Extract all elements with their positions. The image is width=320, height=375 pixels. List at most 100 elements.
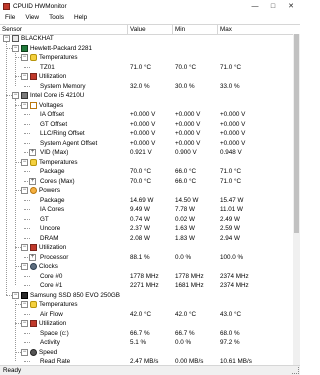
menu-view[interactable]: View bbox=[20, 14, 44, 21]
tree-node[interactable]: − Temperatures bbox=[0, 158, 293, 167]
menu-file[interactable]: File bbox=[0, 14, 20, 21]
sensor-row[interactable]: Uncore 2.37 W 1.63 W 2.59 W bbox=[0, 224, 293, 233]
tree-node[interactable]: − Hewlett-Packard 2281 bbox=[0, 44, 293, 53]
tree-node[interactable]: − Voltages bbox=[0, 101, 293, 110]
sensor-row[interactable]: Air Flow 42.0 °C 42.0 °C 43.0 °C bbox=[0, 310, 293, 319]
column-sensor[interactable]: Sensor bbox=[0, 25, 128, 34]
hwmonitor-app-icon bbox=[3, 2, 10, 10]
collapse-toggle-icon[interactable]: − bbox=[21, 244, 28, 251]
menu-tools[interactable]: Tools bbox=[44, 14, 69, 21]
close-button[interactable]: ✕ bbox=[282, 0, 300, 12]
collapse-toggle-icon[interactable]: − bbox=[21, 348, 28, 356]
menu-help[interactable]: Help bbox=[69, 14, 92, 21]
collapse-toggle-icon[interactable]: − bbox=[21, 301, 28, 308]
column-value[interactable]: Value bbox=[128, 25, 173, 34]
sensor-row[interactable]: Core #0 1778 MHz 1778 MHz 2374 MHz bbox=[0, 272, 293, 281]
sensor-max: 97.2 % bbox=[220, 339, 240, 346]
sensor-label: Temperatures bbox=[39, 158, 78, 166]
sensor-label: Processor bbox=[40, 253, 69, 261]
collapse-toggle-icon[interactable]: − bbox=[21, 263, 28, 270]
collapse-toggle-icon[interactable]: − bbox=[21, 54, 28, 61]
sensor-label: Speed bbox=[39, 348, 58, 356]
tree-guide-line bbox=[15, 51, 16, 86]
tree-node[interactable]: − Powers bbox=[0, 186, 293, 195]
minimize-button[interactable]: — bbox=[246, 0, 264, 12]
sensor-row[interactable]: GT 0.74 W 0.02 W 2.49 W bbox=[0, 215, 293, 224]
collapse-toggle-icon[interactable]: − bbox=[21, 320, 28, 327]
utilization-icon bbox=[30, 73, 37, 80]
sensor-value: 9.49 W bbox=[130, 206, 150, 213]
sensor-value: 1778 MHz bbox=[130, 272, 159, 280]
sensor-label: Temperatures bbox=[39, 54, 78, 61]
sensor-row[interactable]: Activity 5.1 % 0.0 % 97.2 % bbox=[0, 338, 293, 347]
power-icon bbox=[30, 187, 37, 194]
sensor-label: Hewlett-Packard 2281 bbox=[30, 44, 92, 52]
tree-node[interactable]: − Speed bbox=[0, 348, 293, 357]
collapse-toggle-icon[interactable]: − bbox=[21, 101, 28, 109]
expand-toggle-icon[interactable]: + bbox=[29, 253, 36, 261]
sensor-min: 1681 MHz bbox=[175, 282, 204, 289]
tree-guide-line bbox=[15, 298, 16, 361]
expand-toggle-icon[interactable]: + bbox=[29, 149, 36, 156]
sensor-row[interactable]: + Cores (Max) 70.0 °C 66.0 °C 71.0 °C bbox=[0, 177, 293, 186]
sensor-label: Core #0 bbox=[40, 272, 63, 280]
sensor-label: Activity bbox=[40, 339, 60, 346]
resize-grip-icon[interactable] bbox=[292, 367, 299, 374]
sensor-row[interactable]: Core #1 2271 MHz 1681 MHz 2374 MHz bbox=[0, 281, 293, 290]
sensor-label: Package bbox=[40, 196, 65, 204]
tree-connector bbox=[24, 142, 30, 144]
collapse-toggle-icon[interactable]: − bbox=[21, 158, 28, 166]
tree-node[interactable]: − Intel Core i5 4210U bbox=[0, 91, 293, 100]
sensor-min: 30.0 % bbox=[175, 82, 195, 90]
tree-node[interactable]: − Utilization bbox=[0, 243, 293, 252]
sensor-row[interactable]: + Processor 88.1 % 0.0 % 100.0 % bbox=[0, 253, 293, 262]
sensor-max: 2.59 W bbox=[220, 225, 240, 232]
sensor-row[interactable]: + VID (Max) 0.921 V 0.900 V 0.948 V bbox=[0, 148, 293, 157]
sensor-max: 15.47 W bbox=[220, 196, 244, 204]
scrollbar-thumb[interactable] bbox=[294, 34, 299, 233]
sensor-min: +0.000 V bbox=[175, 120, 201, 128]
sensor-row[interactable]: System Memory 32.0 % 30.0 % 33.0 % bbox=[0, 82, 293, 91]
sensor-row[interactable]: System Agent Offset +0.000 V +0.000 V +0.00… bbox=[0, 139, 293, 148]
sensor-label: Core #1 bbox=[40, 282, 63, 289]
sensor-row[interactable]: GT Offset +0.000 V +0.000 V +0.000 V bbox=[0, 120, 293, 129]
sensor-row[interactable]: DRAM 2.08 W 1.83 W 2.94 W bbox=[0, 234, 293, 243]
sensor-label: VID (Max) bbox=[40, 149, 69, 156]
tree-connector bbox=[24, 342, 30, 343]
sensor-row[interactable]: Package 70.0 °C 66.0 °C 71.0 °C bbox=[0, 167, 293, 176]
collapse-toggle-icon[interactable]: − bbox=[21, 187, 28, 194]
sensor-row[interactable]: IA Offset +0.000 V +0.000 V +0.000 V bbox=[0, 110, 293, 119]
sensor-label: Package bbox=[40, 168, 65, 175]
sensor-value: 2271 MHz bbox=[130, 282, 159, 289]
tree-connector bbox=[24, 209, 30, 210]
sensor-row[interactable]: Read Rate 2.47 MB/s 0.00 MB/s 10.61 MB/s bbox=[0, 357, 293, 365]
sensor-row[interactable]: TZ01 71.0 °C 70.0 °C 71.0 °C bbox=[0, 63, 293, 72]
sensor-row[interactable]: Space (c:) 66.7 % 66.7 % 68.0 % bbox=[0, 329, 293, 338]
column-min[interactable]: Min bbox=[173, 25, 218, 34]
sensor-row[interactable]: LLC/Ring Offset +0.000 V +0.000 V +0.000 V bbox=[0, 129, 293, 138]
sensor-min: +0.000 V bbox=[175, 111, 201, 118]
sensor-value: 70.0 °C bbox=[130, 168, 152, 175]
sensor-row[interactable]: Package 14.69 W 14.50 W 15.47 W bbox=[0, 196, 293, 205]
sensor-label: Read Rate bbox=[40, 358, 71, 365]
sensor-value: 66.7 % bbox=[130, 329, 150, 337]
sensor-row[interactable]: IA Cores 9.49 W 7.78 W 11.01 W bbox=[0, 205, 293, 214]
maximize-button[interactable]: □ bbox=[264, 0, 282, 12]
tree-node[interactable]: − Clocks bbox=[0, 262, 293, 271]
expand-toggle-icon[interactable]: + bbox=[29, 177, 36, 185]
sensor-max: +0.000 V bbox=[220, 139, 246, 147]
tree-node[interactable]: − Utilization bbox=[0, 72, 293, 81]
column-max[interactable]: Max bbox=[218, 25, 300, 34]
collapse-toggle-icon[interactable]: − bbox=[21, 73, 28, 80]
tree-node[interactable]: − Samsung SSD 850 EVO 250GB bbox=[0, 291, 293, 300]
tree-node[interactable]: − Temperatures bbox=[0, 53, 293, 62]
tree-node[interactable]: − BLACKHAT bbox=[0, 34, 293, 43]
vertical-scrollbar[interactable] bbox=[293, 34, 300, 365]
tree-node[interactable]: − Utilization bbox=[0, 319, 293, 328]
tree-node[interactable]: − Temperatures bbox=[0, 300, 293, 309]
tree-connector bbox=[24, 237, 30, 239]
tree-guide-line bbox=[15, 98, 16, 285]
sensor-tree[interactable]: − BLACKHAT − Hewlett-Packard 2281− Temperatu… bbox=[0, 34, 293, 365]
sensor-label: IA Cores bbox=[40, 206, 65, 213]
sensor-label: LLC/Ring Offset bbox=[40, 130, 85, 137]
